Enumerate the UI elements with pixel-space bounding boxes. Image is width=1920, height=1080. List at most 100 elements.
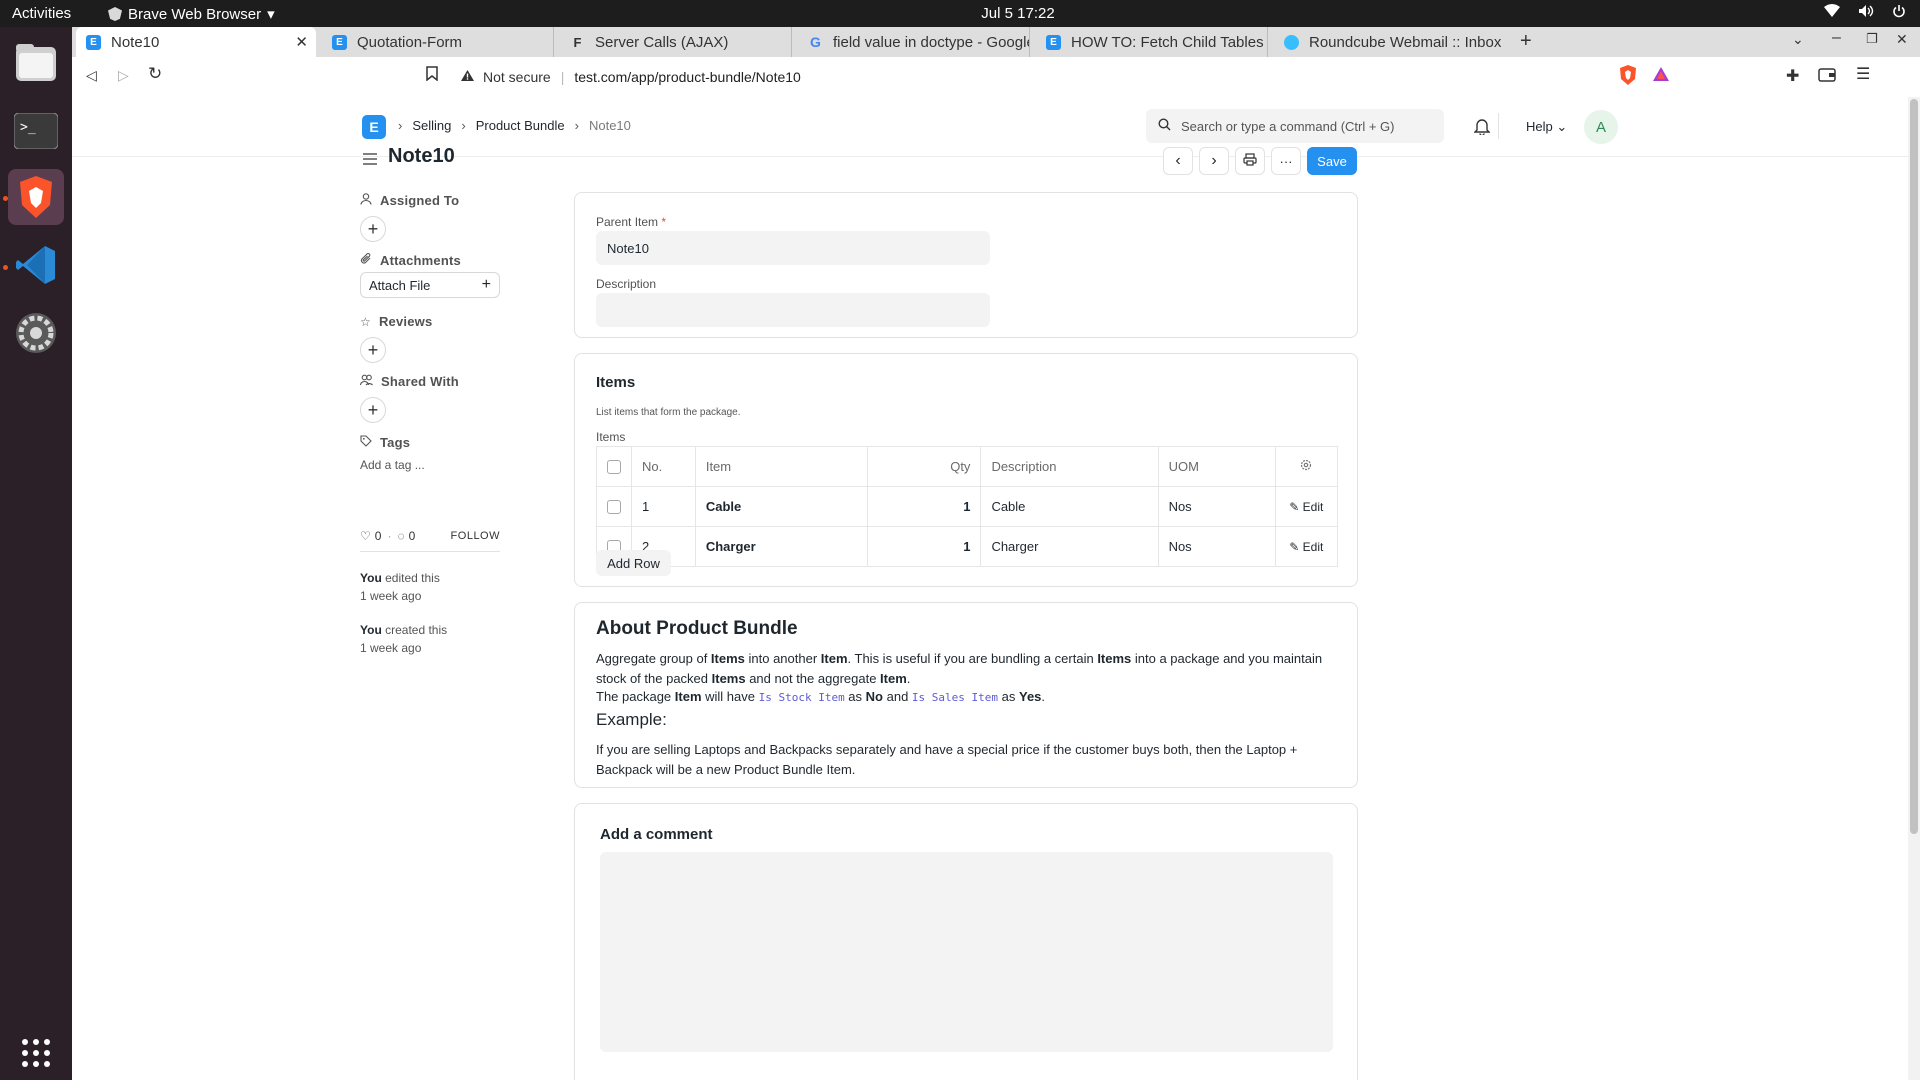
tab-google-search[interactable]: G field value in doctype - Google <box>798 27 1030 57</box>
close-tab-icon[interactable]: ✕ <box>295 33 308 51</box>
row-edit-button[interactable]: ✎ Edit <box>1274 486 1339 527</box>
brave-rewards-icon[interactable] <box>1652 66 1670 87</box>
maximize-icon[interactable]: ❐ <box>1866 31 1878 47</box>
example-heading: Example: <box>596 710 667 729</box>
col-qty: Qty <box>867 446 982 487</box>
row-description[interactable]: Cable <box>980 486 1159 527</box>
notifications-icon[interactable] <box>1473 117 1491 140</box>
sidebar-toggle-icon[interactable] <box>362 152 378 171</box>
likes-comments-row: ♡ 0 · ◌ 0 FOLLOW <box>360 529 500 543</box>
chevron-right-icon: › <box>461 118 466 133</box>
comment-input[interactable] <box>600 852 1333 1052</box>
col-item: Item <box>694 446 869 487</box>
activities-button[interactable]: Activities <box>12 5 71 22</box>
chevron-right-icon: › <box>1211 152 1217 169</box>
erpnext-favicon-icon: E <box>86 34 101 50</box>
comment-section: Add a comment <box>574 803 1358 1080</box>
chevron-left-icon: ‹ <box>1175 152 1181 169</box>
avatar[interactable]: A <box>1584 110 1618 144</box>
clock[interactable]: Jul 5 17:22 <box>958 5 1078 22</box>
add-tag-link[interactable]: Add a tag ... <box>360 458 425 472</box>
tab-search-icon[interactable]: ⌄ <box>1792 31 1804 48</box>
attach-file-label: Attach File <box>369 277 431 293</box>
address-bar[interactable]: Not secure | test.com/app/product-bundle… <box>454 62 1610 92</box>
terminal-icon[interactable]: >_ <box>8 103 64 159</box>
forward-icon[interactable]: ▷ <box>118 67 129 84</box>
save-button[interactable]: Save <box>1307 147 1357 175</box>
col-no: No. <box>631 446 696 487</box>
bookmark-icon[interactable] <box>426 66 438 86</box>
minimize-icon[interactable]: – <box>1832 29 1841 47</box>
wallet-icon[interactable] <box>1818 66 1836 87</box>
parent-item-input[interactable]: Note10 <box>596 231 990 265</box>
tab-quotation-form[interactable]: E Quotation-Form <box>322 27 554 57</box>
activity-edited: You edited this 1 week ago <box>360 571 440 603</box>
tab-fetch-child-tables[interactable]: E HOW TO: Fetch Child Tables - <box>1036 27 1268 57</box>
show-apps-icon[interactable] <box>8 1025 64 1080</box>
tab-title: Roundcube Webmail :: Inbox <box>1309 33 1502 51</box>
row-description[interactable]: Charger <box>980 526 1159 567</box>
close-window-icon[interactable]: ✕ <box>1896 31 1908 48</box>
tab-note10[interactable]: E Note10 ✕ <box>76 27 316 57</box>
back-icon[interactable]: ◁ <box>86 67 97 84</box>
row-item[interactable]: Charger <box>694 526 869 567</box>
system-tray[interactable] <box>1824 4 1906 22</box>
new-tab-icon[interactable]: + <box>1520 30 1532 53</box>
attach-file-button[interactable]: Attach File + <box>360 272 500 298</box>
row-uom[interactable]: Nos <box>1157 526 1276 567</box>
row-item[interactable]: Cable <box>694 486 869 527</box>
breadcrumb-selling[interactable]: Selling <box>412 118 451 133</box>
app-menu[interactable]: Brave Web Browser ▾ <box>108 5 275 23</box>
row-checkbox[interactable] <box>607 500 621 515</box>
more-actions-button[interactable]: ··· <box>1271 147 1301 175</box>
brave-browser-icon[interactable] <box>8 169 64 225</box>
comment-icon[interactable]: ◌ <box>397 529 404 543</box>
tab-roundcube[interactable]: Roundcube Webmail :: Inbox <box>1274 27 1506 57</box>
attachments-heading: Attachments <box>360 253 461 268</box>
table-row[interactable]: 2 Charger 1 Charger Nos ✎ Edit <box>596 526 1339 567</box>
vscode-icon[interactable] <box>8 237 64 293</box>
print-button[interactable] <box>1235 147 1265 175</box>
previous-doc-button[interactable]: ‹ <box>1163 147 1193 175</box>
tab-title: HOW TO: Fetch Child Tables - <box>1071 33 1268 51</box>
select-all-checkbox[interactable] <box>607 460 621 475</box>
add-assignment-button[interactable]: + <box>360 216 386 242</box>
row-qty[interactable]: 1 <box>867 486 982 527</box>
page-scrollbar[interactable] <box>1908 97 1920 1080</box>
app-menu-label: Brave Web Browser <box>128 5 262 23</box>
tab-server-calls[interactable]: F Server Calls (AJAX) <box>560 27 792 57</box>
table-row[interactable]: 1 Cable 1 Cable Nos ✎ Edit <box>596 486 1339 527</box>
row-uom[interactable]: Nos <box>1157 486 1276 527</box>
brave-shields-icon[interactable] <box>1619 64 1637 91</box>
description-label: Description <box>596 277 657 291</box>
page-title: Note10 <box>388 145 455 167</box>
row-edit-button[interactable]: ✎ Edit <box>1274 526 1339 567</box>
reload-icon[interactable]: ↻ <box>148 64 162 84</box>
plus-icon: + <box>367 399 379 420</box>
app-header: E › Selling › Product Bundle › Note10 Se… <box>72 97 1908 157</box>
follow-button[interactable]: FOLLOW <box>451 530 500 542</box>
scrollbar-thumb[interactable] <box>1910 99 1918 834</box>
help-dropdown[interactable]: Help ⌄ <box>1526 119 1567 135</box>
column-settings-icon[interactable] <box>1274 446 1339 487</box>
breadcrumb-product-bundle[interactable]: Product Bundle <box>476 118 565 133</box>
awesome-bar[interactable]: Search or type a command (Ctrl + G) <box>1146 109 1444 143</box>
heart-icon[interactable]: ♡ <box>360 529 371 543</box>
breadcrumb-current: Note10 <box>588 118 631 133</box>
table-header-row: No. Item Qty Description UOM <box>596 446 1339 487</box>
paperclip-icon <box>360 253 372 268</box>
app-logo[interactable]: E <box>362 115 386 139</box>
row-qty[interactable]: 1 <box>867 526 982 567</box>
add-row-button[interactable]: Add Row <box>596 550 671 576</box>
settings-icon[interactable] <box>8 305 64 361</box>
extensions-icon[interactable]: ✚ <box>1786 66 1799 86</box>
erpnext-favicon-icon: E <box>1046 34 1061 50</box>
add-share-button[interactable]: + <box>360 397 386 423</box>
next-doc-button[interactable]: › <box>1199 147 1229 175</box>
printer-icon <box>1243 153 1257 169</box>
menu-icon[interactable]: ☰ <box>1856 64 1870 84</box>
description-input[interactable] <box>596 293 990 327</box>
files-icon[interactable] <box>8 35 64 91</box>
about-paragraph-1: Aggregate group of Items into another It… <box>596 651 1323 686</box>
add-review-button[interactable]: + <box>360 337 386 363</box>
